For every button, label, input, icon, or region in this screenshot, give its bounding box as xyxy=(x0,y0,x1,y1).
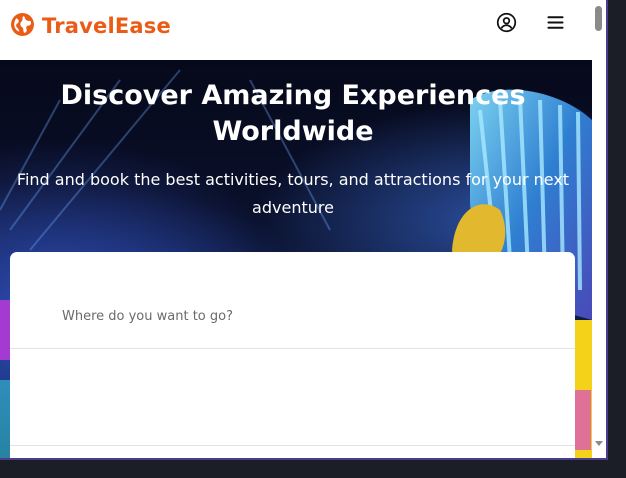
hamburger-menu-icon xyxy=(545,12,566,37)
brand-logo[interactable]: TravelEase xyxy=(10,12,171,40)
user-circle-icon xyxy=(496,12,517,37)
site-header: TravelEase xyxy=(0,0,592,60)
search-divider xyxy=(10,348,575,349)
search-card xyxy=(10,252,575,458)
scroll-down-arrow-icon[interactable] xyxy=(595,441,603,446)
account-button[interactable] xyxy=(494,12,518,36)
hero-title: Discover Amazing Experiences Worldwide xyxy=(60,80,526,147)
page-viewport: TravelEase Discover Amazing Experiences … xyxy=(0,0,592,458)
brand-name: TravelEase xyxy=(42,14,171,38)
menu-button[interactable] xyxy=(543,12,567,36)
globe-icon xyxy=(10,12,35,41)
scrollbar-thumb[interactable] xyxy=(595,6,602,31)
hero-subtitle: Find and book the best activities, tours… xyxy=(16,170,570,217)
vertical-scrollbar[interactable] xyxy=(592,0,606,458)
search-divider xyxy=(10,445,575,446)
destination-search-input[interactable] xyxy=(10,286,575,346)
browser-frame: TravelEase Discover Amazing Experiences … xyxy=(0,0,608,460)
